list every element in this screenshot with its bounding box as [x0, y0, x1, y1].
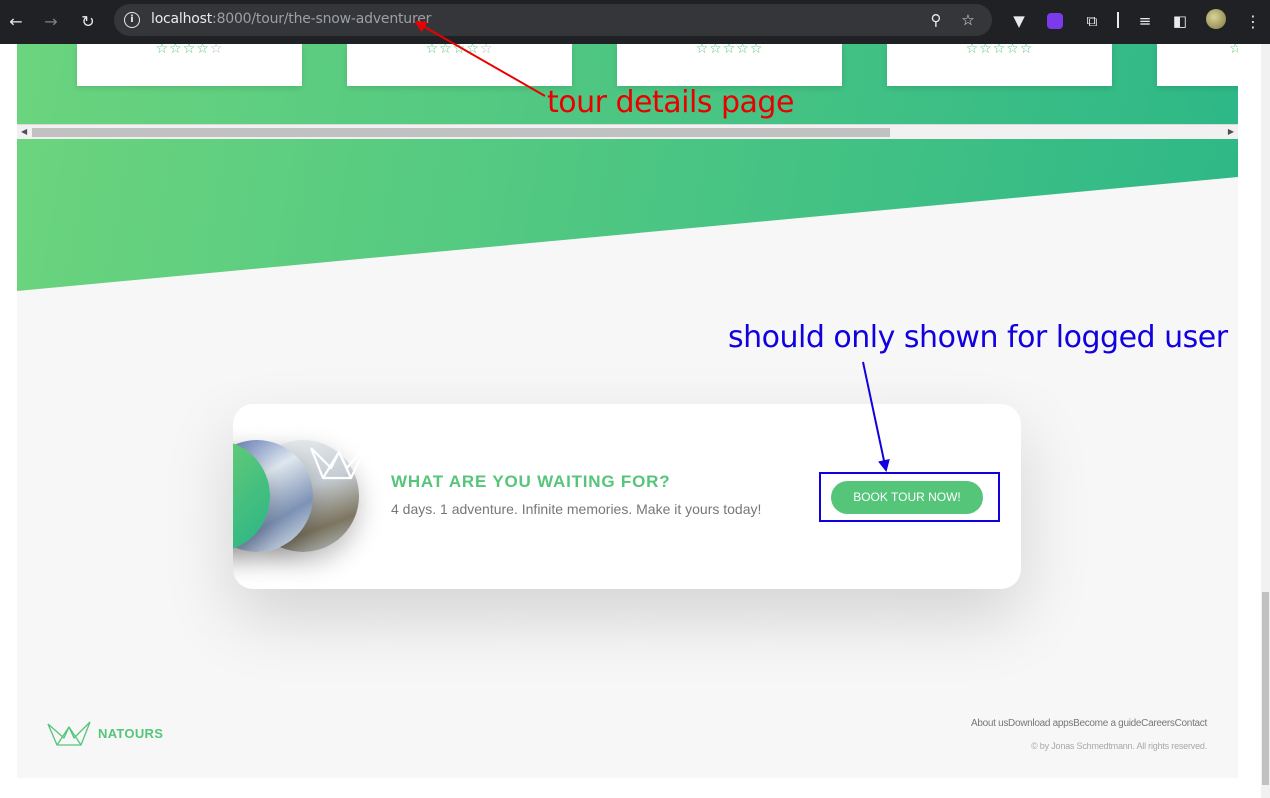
- review-card: ☆☆☆☆☆: [77, 44, 302, 86]
- footer-copyright: © by Jonas Schmedtmann. All rights reser…: [1031, 741, 1207, 751]
- natours-logo-icon: [47, 721, 91, 746]
- footer-link-contact[interactable]: Contact: [1175, 718, 1208, 729]
- scroll-thumb[interactable]: [32, 128, 890, 137]
- section-divider: [17, 139, 1238, 291]
- browser-toolbar: ← → ↻ i localhost:8000/tour/the-snow-adv…: [0, 0, 1270, 44]
- purple-extension-icon[interactable]: [1047, 13, 1063, 29]
- annotation-tour-details: tour details page: [547, 85, 794, 120]
- scroll-right-icon[interactable]: ▶: [1228, 126, 1234, 138]
- cta-heading: WHAT ARE YOU WAITING FOR?: [391, 472, 671, 491]
- address-bar[interactable]: i localhost:8000/tour/the-snow-adventure…: [114, 4, 992, 36]
- back-icon[interactable]: ←: [4, 10, 28, 34]
- horizontal-scrollbar[interactable]: ◀ ▶: [17, 124, 1238, 139]
- footer-link-guide[interactable]: Become a guide: [1073, 718, 1141, 729]
- media-controls-icon[interactable]: ≡: [1133, 9, 1157, 33]
- review-card: ☆☆☆☆☆: [887, 44, 1112, 86]
- crown-logo-icon: [309, 443, 368, 480]
- cta-description: 4 days. 1 adventure. Infinite memories. …: [391, 501, 762, 517]
- bookmark-star-icon[interactable]: ☆: [957, 9, 979, 31]
- forward-icon[interactable]: →: [39, 10, 63, 34]
- vertical-scroll-thumb[interactable]: [1262, 592, 1269, 785]
- toolbar-separator: [1117, 12, 1119, 28]
- rating-stars: ☆☆☆☆☆: [155, 44, 224, 57]
- vuetify-extension-icon[interactable]: ▼: [1007, 9, 1031, 33]
- footer-link-careers[interactable]: Careers: [1141, 718, 1175, 729]
- page-viewport: ☆☆☆☆☆ ☆☆☆☆☆ ☆☆☆☆☆ ☆☆☆☆☆ ☆ ◀ ▶ WHAT ARE Y…: [17, 44, 1238, 778]
- footer-link-about[interactable]: About us: [971, 718, 1008, 729]
- rating-stars: ☆: [1229, 44, 1238, 57]
- rating-stars: ☆☆☆☆☆: [425, 44, 494, 57]
- review-card: ☆☆☆☆☆: [347, 44, 572, 86]
- profile-avatar[interactable]: [1206, 9, 1226, 29]
- footer-link-download[interactable]: Download apps: [1008, 718, 1073, 729]
- scroll-left-icon[interactable]: ◀: [21, 126, 27, 138]
- url-text[interactable]: localhost:8000/tour/the-snow-adventurer: [151, 11, 431, 27]
- review-card: ☆☆☆☆☆: [617, 44, 842, 86]
- review-card: ☆: [1157, 44, 1238, 86]
- menu-icon[interactable]: ⋮: [1241, 10, 1265, 34]
- reload-icon[interactable]: ↻: [76, 10, 100, 34]
- footer-nav: About us Download apps Become a guide Ca…: [971, 718, 1207, 729]
- puzzle-extensions-icon[interactable]: ⧉: [1080, 9, 1104, 33]
- rating-stars: ☆☆☆☆☆: [965, 44, 1034, 57]
- vertical-scrollbar[interactable]: [1261, 44, 1270, 798]
- annotation-highlight-box: [819, 472, 1000, 522]
- site-info-icon[interactable]: i: [124, 12, 140, 28]
- zoom-icon[interactable]: ⚲: [925, 9, 947, 31]
- side-panel-icon[interactable]: ◧: [1168, 9, 1192, 33]
- annotation-logged-user: should only shown for logged user: [728, 320, 1228, 355]
- footer-brand[interactable]: NATOURS: [98, 726, 163, 741]
- rating-stars: ☆☆☆☆☆: [695, 44, 764, 57]
